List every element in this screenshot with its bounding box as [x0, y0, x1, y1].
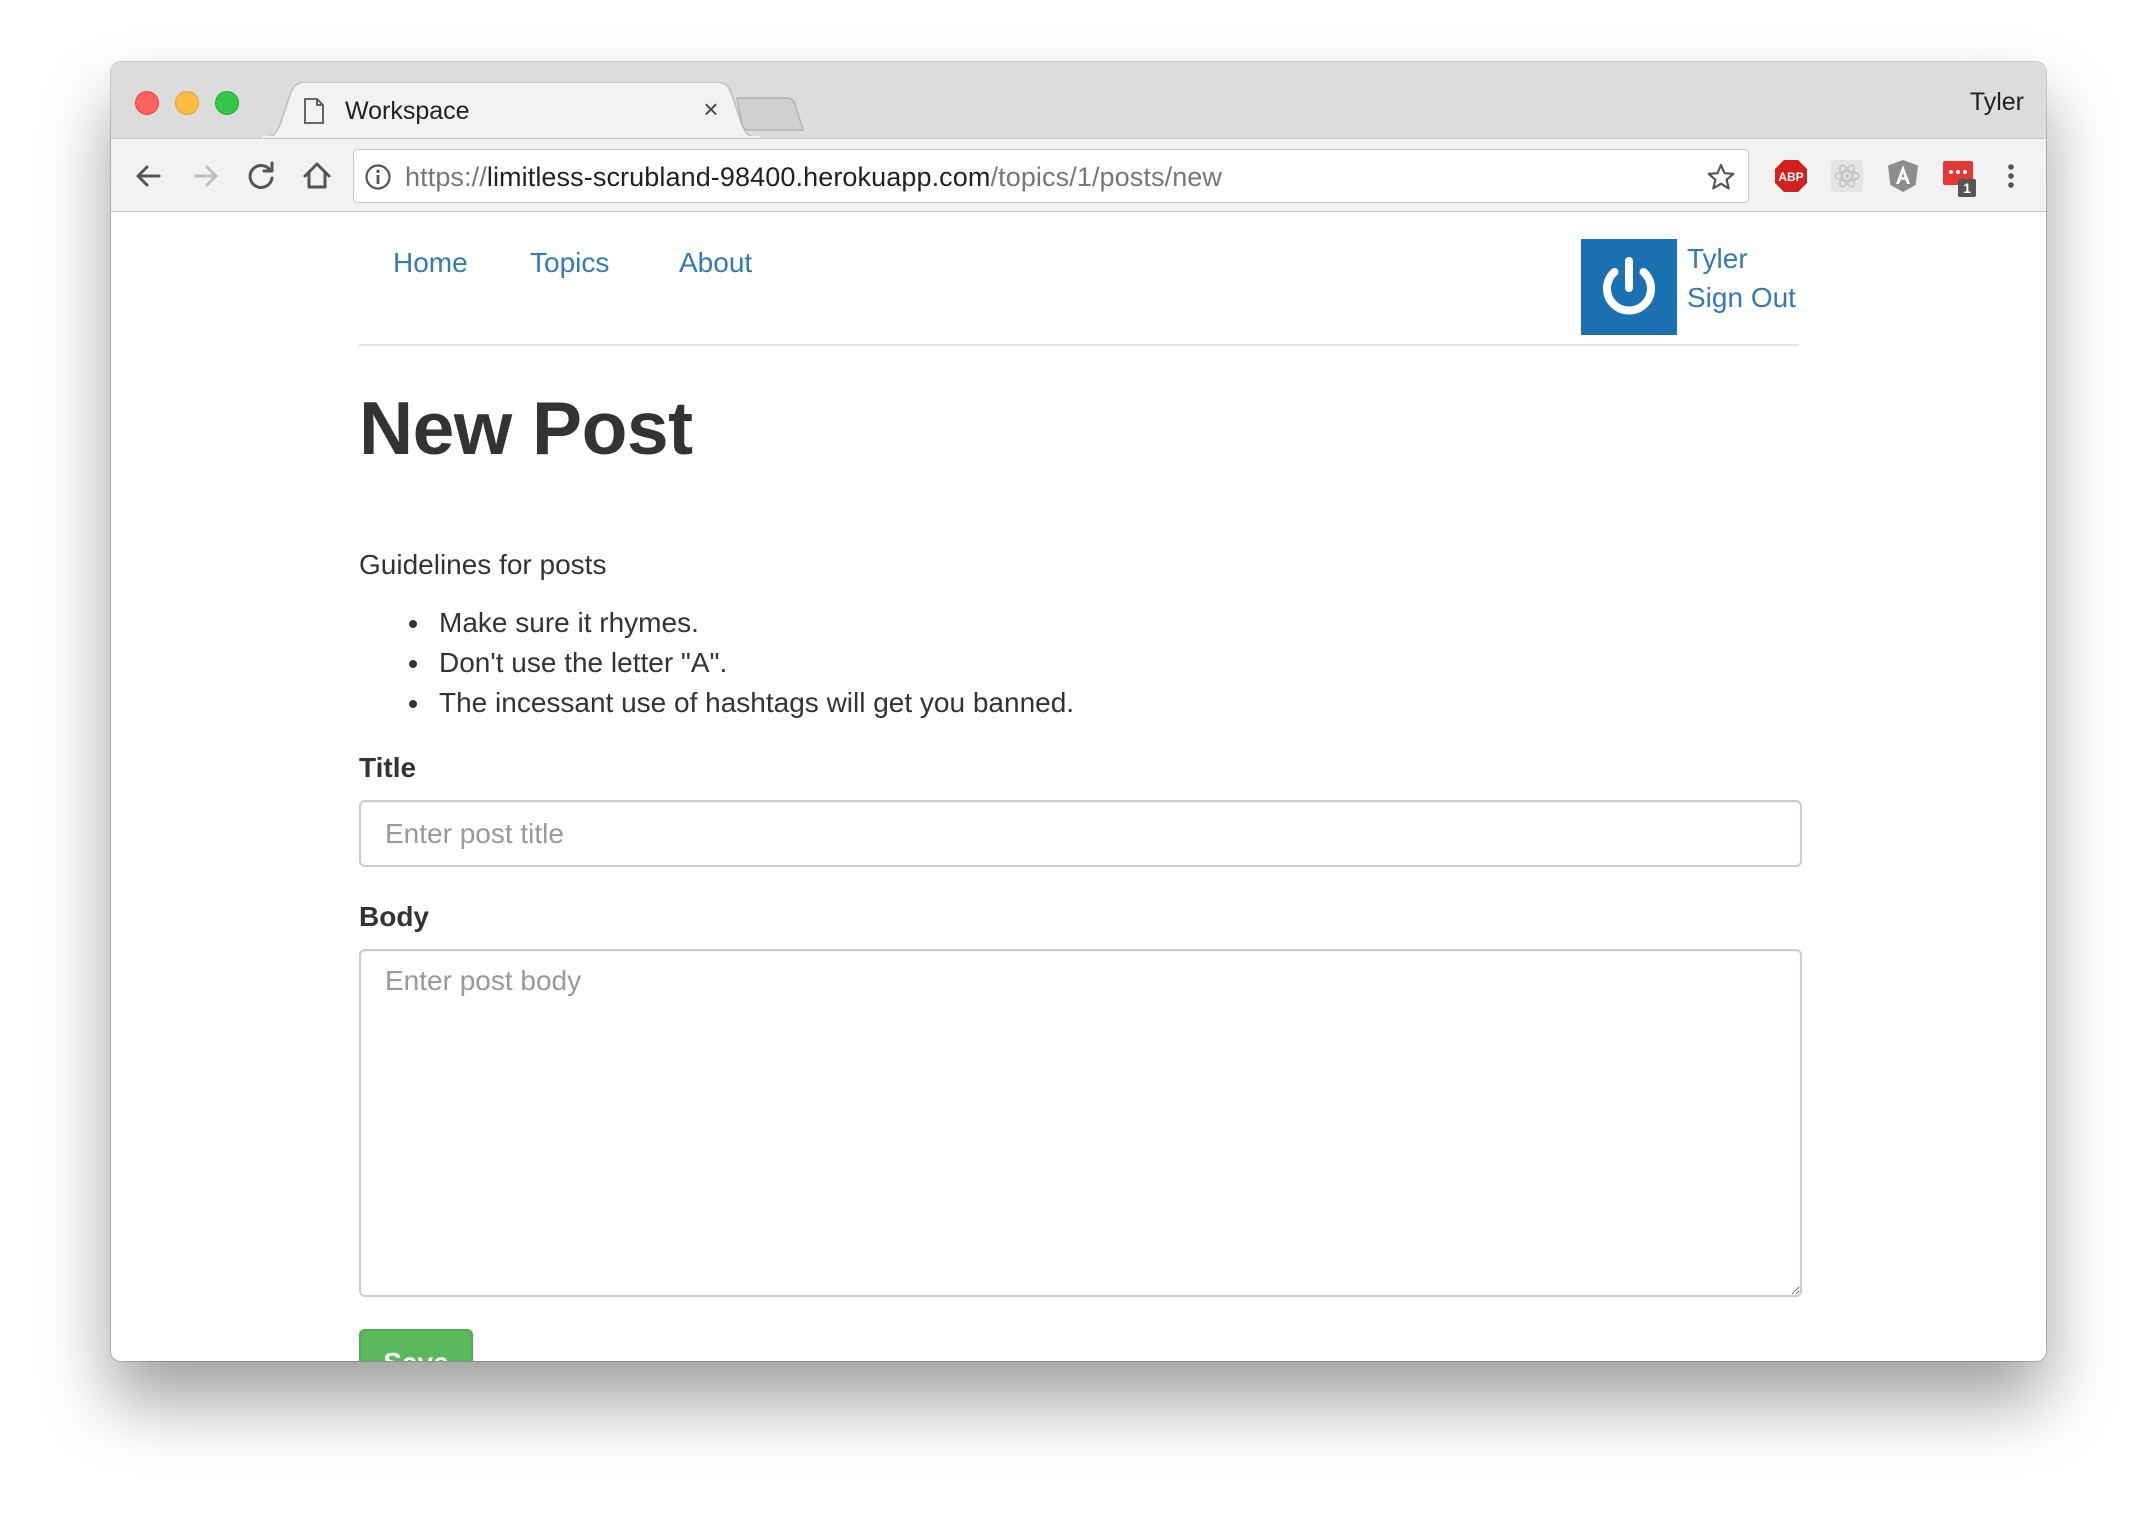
close-tab-icon[interactable]: ×	[698, 96, 724, 122]
site-navbar: Home Topics About Tyler Sign Out	[359, 213, 1799, 346]
angular-batarang-icon[interactable]	[1886, 159, 1920, 193]
title-input[interactable]	[359, 800, 1802, 867]
url-scheme: https://	[405, 162, 487, 192]
adblock-plus-icon[interactable]: ABP	[1774, 159, 1808, 193]
reload-icon[interactable]	[241, 156, 281, 196]
desktop: Workspace × Tyler https://limitless-scru…	[0, 0, 2156, 1520]
minimize-window-button[interactable]	[175, 91, 199, 115]
back-arrow-icon[interactable]	[129, 156, 169, 196]
tab-title: Workspace	[345, 97, 470, 125]
guidelines-heading: Guidelines for posts	[359, 549, 607, 580]
title-bar: Workspace × Tyler	[111, 62, 2046, 138]
sign-out-link[interactable]: Sign Out	[1687, 282, 1796, 314]
svg-text:ABP: ABP	[1778, 170, 1803, 184]
save-button[interactable]: Save	[359, 1329, 473, 1361]
url-text[interactable]: https://limitless-scrubland-98400.heroku…	[405, 162, 1222, 193]
browser-toolbar: https://limitless-scrubland-98400.heroku…	[111, 138, 2046, 212]
notification-extension-icon[interactable]: 1	[1942, 159, 1976, 197]
body-textarea[interactable]	[359, 949, 1802, 1297]
list-item: The incessant use of hashtags will get y…	[359, 683, 1074, 723]
nav-topics-link[interactable]: Topics	[530, 247, 609, 279]
page-content: Home Topics About Tyler Sign Out New Pos…	[111, 213, 2046, 1361]
profile-name[interactable]: Tyler	[1970, 88, 2024, 117]
menu-kebab-icon[interactable]	[1991, 156, 2031, 196]
bookmark-star-icon[interactable]	[1706, 162, 1736, 192]
body-label: Body	[359, 901, 429, 932]
bullet-icon	[409, 700, 417, 708]
nav-about-link[interactable]: About	[679, 247, 752, 279]
page-title: New Post	[359, 386, 693, 470]
forward-arrow-icon[interactable]	[185, 156, 225, 196]
new-tab-button[interactable]	[735, 96, 807, 132]
avatar[interactable]	[1581, 239, 1677, 335]
list-item: Make sure it rhymes.	[359, 603, 1074, 643]
title-label: Title	[359, 752, 417, 783]
address-bar[interactable]: https://limitless-scrubland-98400.heroku…	[353, 149, 1749, 203]
react-devtools-icon[interactable]	[1830, 159, 1864, 193]
zoom-window-button[interactable]	[215, 91, 239, 115]
bullet-icon	[409, 620, 417, 628]
svg-text:1: 1	[1963, 180, 1971, 196]
bullet-icon	[409, 660, 417, 668]
tab-workspace[interactable]: Workspace ×	[261, 82, 761, 138]
home-icon[interactable]	[297, 156, 337, 196]
list-item: Don't use the letter "A".	[359, 643, 1074, 683]
close-window-button[interactable]	[135, 91, 159, 115]
guideline-text: The incessant use of hashtags will get y…	[439, 687, 1075, 718]
page-icon	[303, 98, 325, 124]
guideline-text: Don't use the letter "A".	[439, 647, 728, 678]
url-path: /topics/1/posts/new	[990, 162, 1223, 192]
nav-home-link[interactable]: Home	[393, 247, 468, 279]
guideline-text: Make sure it rhymes.	[439, 607, 699, 638]
site-info-icon[interactable]	[364, 163, 392, 191]
url-host: limitless-scrubland-98400.herokuapp.com	[486, 162, 991, 192]
browser-window: Workspace × Tyler https://limitless-scru…	[111, 62, 2046, 1361]
guidelines-list: Make sure it rhymes. Don't use the lette…	[359, 603, 1074, 723]
user-profile-link[interactable]: Tyler	[1687, 243, 1748, 275]
